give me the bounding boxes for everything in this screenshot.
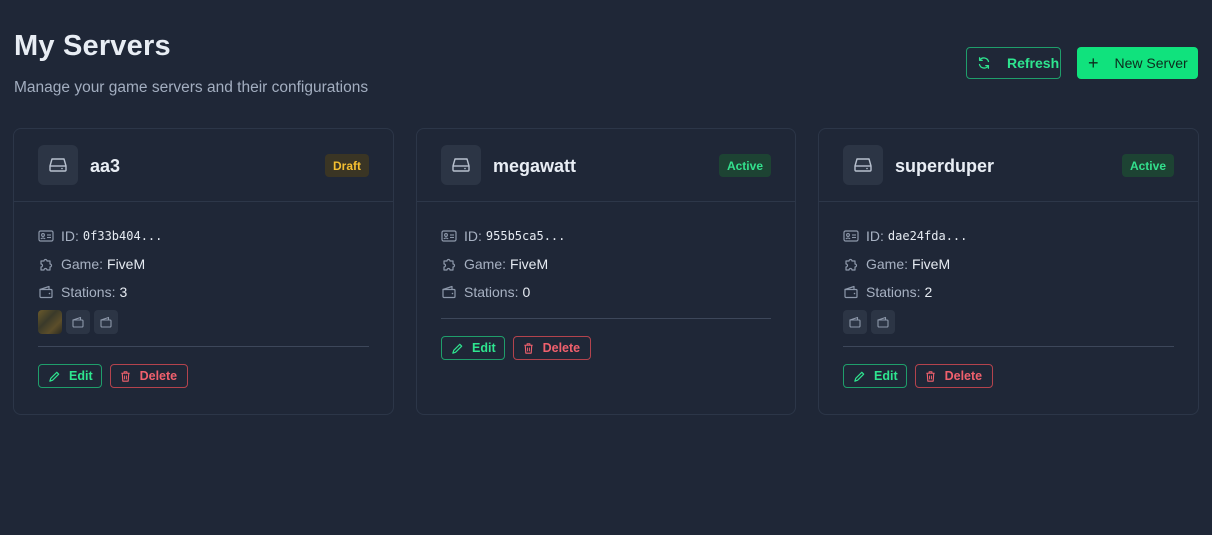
status-badge: Draft [324,154,369,177]
server-name: megawatt [493,156,577,176]
edit-label: Edit [69,369,93,383]
delete-button[interactable]: Delete [109,364,189,388]
edit-button[interactable]: Edit [441,336,505,360]
stations-count: 2 [924,284,933,300]
card-divider [38,346,369,347]
server-name: aa3 [90,156,121,176]
game-row: Game: FiveM [441,250,771,278]
card-body: ID: 955b5ca5... Game: FiveM Stations: 0 … [441,222,771,360]
pencil-icon [451,342,464,355]
station-icon [876,315,890,329]
refresh-label: Refresh [1007,55,1060,71]
id-label: ID: [464,228,482,244]
card-actions: Edit Delete [441,336,771,360]
new-server-button[interactable]: + New Server [1077,47,1198,79]
server-id-row: ID: dae24fda... [843,222,1174,250]
server-id-row: ID: 0f33b404... [38,222,369,250]
stations-label: Stations: [61,284,116,300]
puzzle-icon [441,256,457,272]
game-value: FiveM [912,256,951,272]
new-server-label: New Server [1114,55,1188,71]
wallet-icon [843,284,859,300]
card-body: ID: 0f33b404... Game: FiveM Stations: 3 … [38,222,369,388]
edit-button[interactable]: Edit [843,364,907,388]
card-header: superduper Active [819,129,1198,202]
delete-label: Delete [542,341,581,355]
stations-row: Stations: 3 [38,278,369,306]
delete-label: Delete [944,369,983,383]
trash-icon [522,342,535,355]
edit-label: Edit [472,341,496,355]
card-actions: Edit Delete [843,364,1174,388]
game-value: FiveM [510,256,549,272]
trash-icon [924,370,937,383]
id-card-icon [441,228,457,244]
wallet-icon [38,284,54,300]
stations-label: Stations: [464,284,519,300]
server-id: dae24fda... [887,229,968,243]
plus-icon: + [1088,53,1099,73]
refresh-icon [977,56,991,70]
server-card-aa3: aa3 Draft ID: 0f33b404... Game: FiveM St… [13,128,394,415]
server-id: 955b5ca5... [485,229,566,243]
station-thumbnail[interactable] [871,310,895,334]
station-thumbnail[interactable] [843,310,867,334]
game-row: Game: FiveM [843,250,1174,278]
stations-count: 3 [119,284,128,300]
status-badge: Active [1121,154,1174,177]
server-id-row: ID: 955b5ca5... [441,222,771,250]
header-actions: Refresh + New Server [966,47,1198,79]
id-card-icon [843,228,859,244]
stations-label: Stations: [866,284,921,300]
card-body: ID: dae24fda... Game: FiveM Stations: 2 … [843,222,1174,388]
server-name: superduper [895,156,995,176]
station-icon [99,315,113,329]
station-thumbnail-image[interactable] [38,310,62,334]
id-label: ID: [866,228,884,244]
refresh-button[interactable]: Refresh [966,47,1061,79]
page-header: My Servers Manage your game servers and … [14,30,368,97]
pencil-icon [48,370,61,383]
card-divider [843,346,1174,347]
card-actions: Edit Delete [38,364,369,388]
station-thumbnail[interactable] [94,310,118,334]
puzzle-icon [38,256,54,272]
server-drive-icon [843,145,883,185]
delete-button[interactable]: Delete [512,336,592,360]
stations-count: 0 [522,284,531,300]
card-divider [441,318,771,319]
server-id: 0f33b404... [82,229,163,243]
server-drive-icon [441,145,481,185]
game-value: FiveM [107,256,146,272]
game-label: Game: [61,256,104,272]
station-icon [71,315,85,329]
puzzle-icon [843,256,859,272]
pencil-icon [853,370,866,383]
edit-label: Edit [874,369,898,383]
station-thumbnails [38,310,369,334]
game-label: Game: [464,256,507,272]
stations-row: Stations: 2 [843,278,1174,306]
game-row: Game: FiveM [38,250,369,278]
server-card-superduper: superduper Active ID: dae24fda... Game: … [818,128,1199,415]
wallet-icon [441,284,457,300]
trash-icon [119,370,132,383]
stations-row: Stations: 0 [441,278,771,306]
server-card-megawatt: megawatt Active ID: 955b5ca5... Game: Fi… [416,128,796,415]
status-badge: Active [718,154,771,177]
game-label: Game: [866,256,909,272]
station-thumbnails [843,310,1174,334]
server-drive-icon [38,145,78,185]
station-thumbnail[interactable] [66,310,90,334]
id-label: ID: [61,228,79,244]
card-header: aa3 Draft [14,129,393,202]
station-icon [848,315,862,329]
delete-button[interactable]: Delete [914,364,994,388]
edit-button[interactable]: Edit [38,364,102,388]
card-header: megawatt Active [417,129,795,202]
page-subtitle: Manage your game servers and their confi… [14,79,369,96]
page-title: My Servers [14,30,171,62]
delete-label: Delete [139,369,178,383]
id-card-icon [38,228,54,244]
